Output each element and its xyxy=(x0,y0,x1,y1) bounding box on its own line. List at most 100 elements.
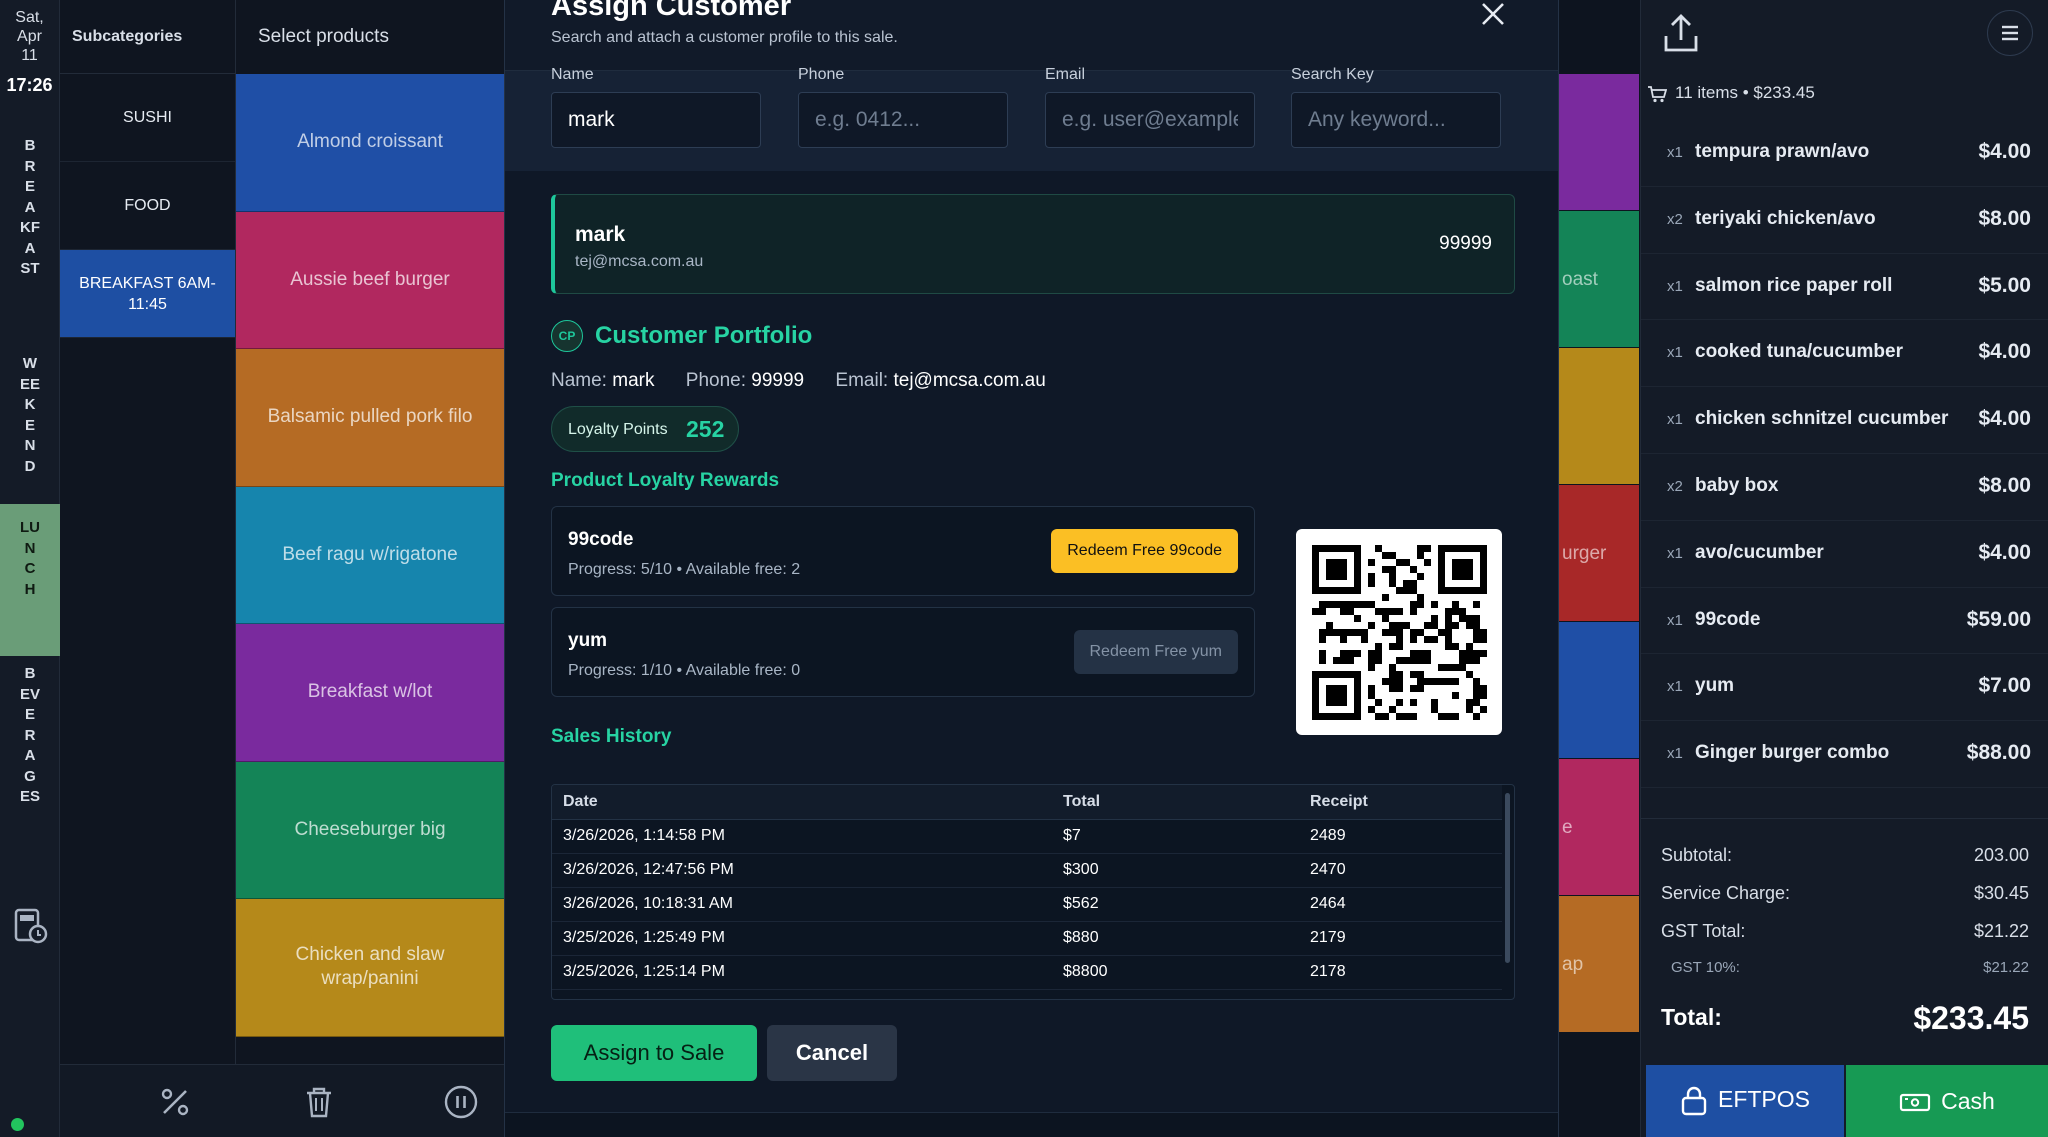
order-line-qty: x1 xyxy=(1667,344,1683,362)
order-line-qty: x1 xyxy=(1667,544,1683,562)
order-line-price: $8.00 xyxy=(1978,206,2031,230)
calculator-icon[interactable] xyxy=(14,906,48,946)
daypart-weekend[interactable]: WEEKEND xyxy=(0,354,60,504)
service-charge-value: $30.45 xyxy=(1973,883,2029,903)
order-line-name: yum xyxy=(1695,675,1735,697)
history-row[interactable]: 3/25/2026, 1:25:49 PM $880 2179 xyxy=(552,921,1502,956)
subcategory-item[interactable]: SUSHI xyxy=(60,74,235,162)
order-line[interactable]: x1 tempura prawn/avo $4.00 xyxy=(1641,120,2048,187)
menu-button[interactable] xyxy=(1987,10,2033,56)
customer-result-card[interactable]: mark tej@mcsa.com.au 99999 xyxy=(551,194,1515,294)
grand-total-value: $233.45 xyxy=(1913,1000,2029,1036)
daypart-breakfast[interactable]: BREAKFAST xyxy=(0,136,60,326)
product-tile[interactable]: Balsamic pulled pork filo xyxy=(236,349,504,487)
order-line[interactable]: x1 99code $59.00 xyxy=(1641,588,2048,655)
cash-icon xyxy=(1900,1094,1931,1112)
order-line-price: $88.00 xyxy=(1966,741,2031,765)
history-row[interactable]: 3/26/2026, 1:14:58 PM $7 2489 xyxy=(552,819,1502,854)
order-line-price: $4.00 xyxy=(1978,540,2031,564)
loyalty-value: 252 xyxy=(686,416,725,442)
history-cell: 2179 xyxy=(1299,921,1502,956)
order-line-price: $4.00 xyxy=(1978,140,2031,163)
order-line-name: teriyaki chicken/avo xyxy=(1695,207,1876,229)
redeem-button[interactable]: Redeem Free 99code xyxy=(1051,529,1238,573)
order-line[interactable]: x1 chicken schnitzel cucumber $4.00 xyxy=(1641,387,2048,454)
history-body: 3/26/2026, 1:14:58 PM $7 2489 3/26/2026, 12… xyxy=(552,819,1502,990)
history-cell: 3/25/2026, 1:25:14 PM xyxy=(552,955,1052,990)
subcategory-item[interactable]: FOOD xyxy=(60,162,235,250)
eftpos-label: EFTPOS xyxy=(1717,1086,1810,1113)
subtotal-label: Subtotal: xyxy=(1661,845,1733,865)
eftpos-button[interactable]: EFTPOS xyxy=(1646,1065,1844,1137)
email-field[interactable] xyxy=(1045,92,1255,148)
qr-code xyxy=(1296,529,1502,735)
gst-total-value: $21.22 xyxy=(1973,921,2029,941)
phone-field[interactable] xyxy=(798,92,1008,148)
reward-card: yum Progress: 1/10 • Available free: 0 Red… xyxy=(551,607,1255,697)
date-display: Sat, Apr 11 xyxy=(0,0,59,65)
cash-button[interactable]: Cash xyxy=(1846,1065,2048,1137)
order-line-qty: x1 xyxy=(1667,678,1683,696)
modal-header: Assign Customer Search and attach a cust… xyxy=(505,0,1558,71)
product-tile[interactable]: Cheeseburger big xyxy=(236,761,504,899)
product-panel: Select products Almond croissant Aussie b… xyxy=(236,0,504,1137)
portfolio-title: Customer Portfolio xyxy=(595,322,813,349)
order-top-bar xyxy=(1641,0,2048,74)
close-icon[interactable] xyxy=(1477,0,1509,30)
history-row[interactable]: 3/25/2026, 1:25:14 PM $8800 2178 xyxy=(552,955,1502,990)
sales-history-table[interactable]: Date Total Receipt 3/26/2026, 1:14:58 PM $7… xyxy=(551,784,1515,1000)
grand-total-label: Total: xyxy=(1661,1004,1722,1030)
order-line-price: $5.00 xyxy=(1978,273,2031,297)
clock: 17:26 xyxy=(6,75,53,95)
portfolio-phone-label: Phone: xyxy=(685,370,746,391)
portfolio-email-label: Email: xyxy=(835,370,889,391)
order-line[interactable]: x1 salmon rice paper roll $5.00 xyxy=(1641,254,2048,321)
daypart-beverages[interactable]: BEVERAGES xyxy=(0,664,60,854)
search-key-field[interactable] xyxy=(1291,92,1501,148)
order-line[interactable]: x1 Ginger burger combo $88.00 xyxy=(1641,721,2048,788)
pause-icon[interactable] xyxy=(444,1085,478,1119)
loyalty-points-badge: Loyalty Points 252 xyxy=(551,406,739,452)
service-charge-row: Service Charge: $30.45 xyxy=(1661,883,2029,904)
history-cell: $562 xyxy=(1052,887,1299,922)
order-line[interactable]: x1 yum $7.00 xyxy=(1641,654,2048,722)
order-line-name: avo/cucumber xyxy=(1695,541,1824,563)
percent-icon[interactable] xyxy=(158,1085,192,1119)
cancel-button[interactable]: Cancel xyxy=(767,1025,897,1081)
trash-icon[interactable] xyxy=(302,1085,336,1119)
name-field[interactable] xyxy=(551,92,761,148)
history-scrollbar[interactable] xyxy=(1505,793,1510,963)
day-rail: Sat, Apr 11 17:26 BREAKFAST WEEKEND LUNCH B… xyxy=(0,0,60,1137)
redeem-button[interactable]: Redeem Free yum xyxy=(1073,630,1238,674)
history-column-header: Date xyxy=(552,785,1052,820)
daypart-lunch[interactable]: LUNCH xyxy=(0,504,60,656)
gst-10-label: GST 10%: xyxy=(1671,959,1740,976)
product-tile[interactable]: Aussie beef burger xyxy=(236,211,504,349)
history-row[interactable]: 3/26/2026, 12:47:56 PM $300 2470 xyxy=(552,853,1502,888)
history-row[interactable]: 3/26/2026, 10:18:31 AM $562 2464 xyxy=(552,887,1502,922)
background-tile xyxy=(1559,74,1639,210)
subcategory-item[interactable]: BREAKFAST 6AM-11:45 xyxy=(60,250,235,338)
product-tile[interactable]: Chicken and slaw wrap/panini xyxy=(236,899,504,1037)
history-cell: 2464 xyxy=(1299,887,1502,922)
history-cell: 3/26/2026, 12:47:56 PM xyxy=(552,853,1052,888)
order-line-qty: x1 xyxy=(1667,144,1683,161)
assign-to-sale-button[interactable]: Assign to Sale xyxy=(551,1025,757,1081)
background-tile-label: e xyxy=(1562,817,1573,838)
order-line[interactable]: x1 avo/cucumber $4.00 xyxy=(1641,521,2048,588)
order-line[interactable]: x1 cooked tuna/cucumber $4.00 xyxy=(1641,320,2048,388)
share-icon[interactable] xyxy=(1661,12,1701,56)
history-cell: $300 xyxy=(1052,853,1299,888)
product-tile[interactable]: Beef ragu w/rigatone xyxy=(236,486,504,624)
pos-screen: Sat, Apr 11 17:26 BREAKFAST WEEKEND LUNCH B… xyxy=(0,0,2048,1137)
product-tile[interactable]: Almond croissant xyxy=(236,74,504,212)
order-line[interactable]: x2 baby box $8.00 xyxy=(1641,454,2048,521)
order-line-name: 99code xyxy=(1695,608,1761,630)
product-tile[interactable]: Breakfast w/lot xyxy=(236,624,504,762)
product-grid: Almond croissant Aussie beef burger Balsam… xyxy=(236,74,504,1037)
reward-name: yum xyxy=(568,630,608,651)
assign-customer-modal: Assign Customer Search and attach a cust… xyxy=(504,0,1559,1137)
order-line[interactable]: x2 teriyaki chicken/avo $8.00 xyxy=(1641,187,2048,254)
name-label: Name xyxy=(551,66,594,83)
service-charge-label: Service Charge: xyxy=(1661,883,1791,903)
